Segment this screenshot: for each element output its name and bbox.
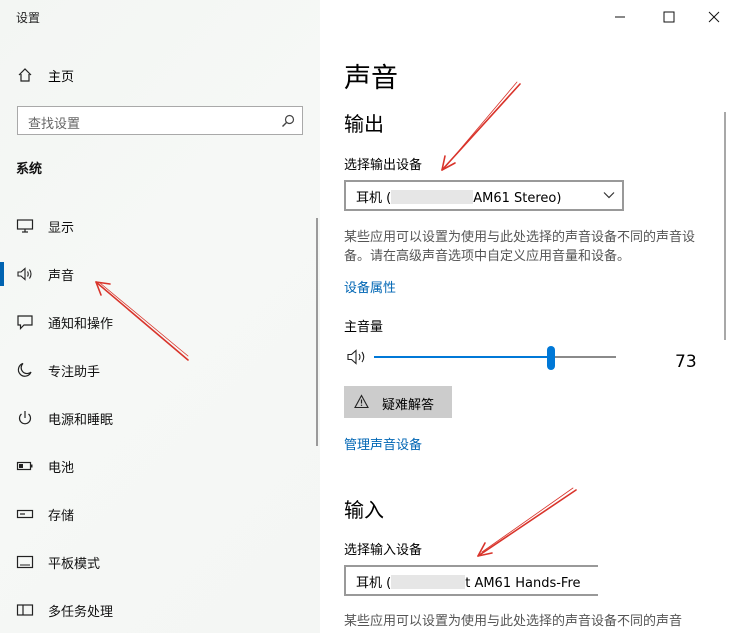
moon-icon [17,362,32,377]
minimize-icon[interactable] [610,8,630,26]
sidebar: 设置 主页 查找设置 系统 显示 声音 通知和操作 专注助手 电源和睡眠 电池 … [0,0,320,633]
input-heading: 输入 [344,498,384,522]
chevron-down-icon [603,192,615,199]
redacted-area [391,190,474,204]
speaker-icon [17,267,32,281]
sidebar-item-label: 存储 [48,509,75,524]
sidebar-item-focus-assist[interactable]: 专注助手 [0,354,320,402]
output-description: 某些应用可以设置为使用与此处选择的声音设备不同的声音设备。请在高级声音选项中自定… [344,230,696,264]
input-description: 某些应用可以设置为使用与此处选择的声音设备不同的声音 [344,614,683,629]
volume-slider-fill [374,356,551,358]
volume-value: 73 [675,352,697,372]
section-label: 系统 [16,162,43,177]
nav-home[interactable]: 主页 [0,60,320,90]
tablet-icon [16,555,34,569]
troubleshoot-label: 疑难解答 [382,398,435,413]
nav-list: 显示 声音 通知和操作 专注助手 电源和睡眠 电池 存储 平板模式 多任务处理 [0,210,320,633]
input-device-value: 耳机 (t AM61 Hands-Fre [356,575,581,591]
output-heading: 输出 [344,112,384,136]
sidebar-scrollbar[interactable] [316,218,318,446]
volume-slider-thumb[interactable] [547,346,555,370]
nav-home-label: 主页 [48,70,75,85]
redacted-area [391,575,466,589]
multitask-icon [16,604,34,616]
sidebar-item-label: 多任务处理 [48,605,114,620]
search-icon [282,114,295,127]
sidebar-item-sound[interactable]: 声音 [0,258,320,306]
close-icon[interactable] [704,8,724,26]
sidebar-item-label: 平板模式 [48,557,101,572]
sidebar-item-label: 专注助手 [48,365,101,380]
main-scrollbar[interactable] [724,112,726,340]
manage-sound-devices-link[interactable]: 管理声音设备 [344,434,422,453]
input-device-dropdown[interactable]: 耳机 (t AM61 Hands-Fre [344,565,598,596]
sidebar-item-display[interactable]: 显示 [0,210,320,258]
display-icon [16,219,34,233]
page-title: 声音 [344,63,398,94]
home-icon [18,68,32,82]
storage-icon [16,509,34,519]
sidebar-item-label: 通知和操作 [48,317,114,332]
sidebar-item-label: 声音 [48,269,75,284]
power-icon [18,411,32,425]
battery-icon [16,461,33,471]
notification-icon [17,315,33,330]
sidebar-item-tablet-mode[interactable]: 平板模式 [0,546,320,594]
selection-indicator [0,262,4,286]
sidebar-item-multitasking[interactable]: 多任务处理 [0,594,320,633]
sidebar-item-battery[interactable]: 电池 [0,450,320,498]
sidebar-item-notifications[interactable]: 通知和操作 [0,306,320,354]
sidebar-item-label: 电源和睡眠 [48,413,114,428]
warning-icon [354,394,369,409]
output-select-label: 选择输出设备 [344,158,423,173]
output-device-dropdown[interactable]: 耳机 (AM61 Stereo) [344,180,624,211]
input-select-label: 选择输入设备 [344,543,423,558]
main-panel: 声音 输出 选择输出设备 耳机 (AM61 Stereo) 某些应用可以设置为使… [320,0,737,633]
maximize-icon[interactable] [659,8,679,26]
volume-label: 主音量 [344,320,384,335]
sidebar-item-label: 显示 [48,221,75,236]
output-device-value: 耳机 (AM61 Stereo) [356,190,562,206]
search-placeholder: 查找设置 [28,117,81,132]
device-properties-link[interactable]: 设备属性 [344,277,396,296]
troubleshoot-button[interactable]: 疑难解答 [344,386,452,418]
sidebar-item-power[interactable]: 电源和睡眠 [0,402,320,450]
sidebar-item-storage[interactable]: 存储 [0,498,320,546]
sidebar-item-label: 电池 [48,461,75,476]
app-title: 设置 [16,11,41,25]
speaker-icon[interactable] [347,349,369,365]
search-input[interactable]: 查找设置 [17,106,303,135]
